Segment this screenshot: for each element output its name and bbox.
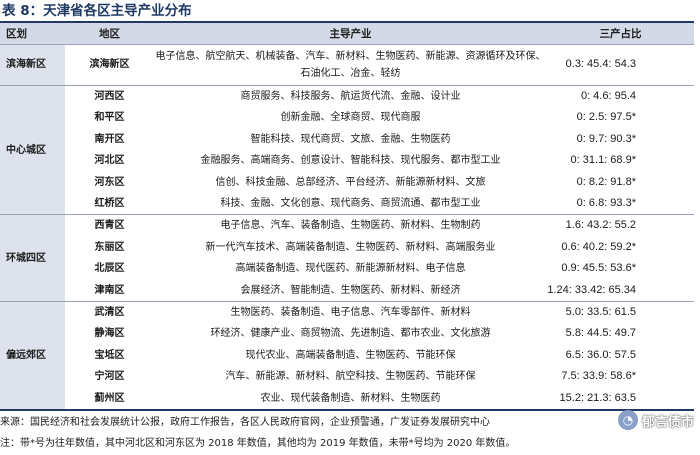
industry-cell: 科技、金融、文化创意、现代商务、商贸流通、都市型工业 <box>220 198 481 210</box>
district-cell: 武清区 <box>65 301 154 324</box>
district-cell: 和平区 <box>94 112 125 124</box>
district-cell: 河东区 <box>94 176 125 188</box>
ratio-cell: 0: 6.8: 93.3* <box>576 197 636 210</box>
source-line: 来源：国民经济和社会发展统计公报，政府工作报告，各区人民政府官网，企业预警通，广… <box>0 417 490 428</box>
table-row: 偏远郊区 武清区 生物医药、装备制造、电子信息、汽车零部件、新材料 5.0: 3… <box>0 301 694 411</box>
region-cell: 滨海新区 <box>0 44 65 86</box>
district-cell: 河西区 <box>65 85 154 108</box>
district-cell: 东丽区 <box>94 241 125 253</box>
industry-cell: 金融服务、高端商务、创意设计、智能科技、现代服务、都市型工业 <box>200 155 501 167</box>
ratio-cell: 0: 8.2: 91.8* <box>576 175 636 188</box>
ratio-cell: 7.5: 33.9: 58.6* <box>561 370 636 383</box>
source-notes: 来源：国民经济和社会发展统计公报，政府工作报告，各区人民政府官网，企业预警通，广… <box>0 412 600 454</box>
industry-cell: 创新金融、全球商贸、现代商服 <box>280 112 421 124</box>
header-ratio: 三产占比 <box>599 28 642 40</box>
table-row: 南开区 智能科技、现代商贸、文旅、金融、生物医药 0: 9.7: 90.3* <box>0 129 694 150</box>
district-cell: 河北区 <box>94 155 125 167</box>
watermark: ◔ 郁言债市 <box>617 410 694 430</box>
table-row: 河北区 金融服务、高端商务、创意设计、智能科技、现代服务、都市型工业 0: 31… <box>0 150 694 171</box>
table-row: 中心城区 河西区 商贸服务、科技服务、航运货代流、金融、设计业 0: 4.6: … <box>0 84 694 215</box>
wechat-logo-icon: ◔ <box>617 410 638 430</box>
district-cell: 滨海新区 <box>65 44 154 86</box>
table-row: 津南区 会展经济、智能制造、生物医药、新材料、新经济 1.24: 33.42: … <box>0 280 694 302</box>
table-header-row: 区划 地区 主导产业 三产占比 <box>0 22 694 45</box>
table-row: 北辰区 高端装备制造、现代医药、新能源新材料、电子信息 0.9: 45.5: 5… <box>0 258 694 279</box>
industry-cell: 农业、现代装备制造、新材料、生物医药 <box>260 392 441 404</box>
ratio-cell: 6.5: 36.0: 57.5 <box>565 348 636 361</box>
ratio-cell: 1.24: 33.42: 65.34 <box>547 283 636 296</box>
note-line: 注：带*号为往年数值，其中河北区和河东区为 2018 年数值，其他均为 2019… <box>0 438 516 449</box>
table-row: 蓟州区 农业、现代装备制造、新材料、生物医药 15.2: 21.3: 63.5 <box>0 388 694 410</box>
district-cell: 宁河区 <box>94 371 125 383</box>
district-cell: 南开区 <box>94 133 125 145</box>
table-row: 静海区 环经济、健康产业、商贸物流、先进制造、都市农业、文化旅游 5.8: 44… <box>0 323 694 344</box>
table-title: 表 8：天津省各区主导产业分布 <box>2 3 192 19</box>
table-row: 宝坻区 现代农业、高端装备制造、生物医药、节能环保 6.5: 36.0: 57.… <box>0 345 694 366</box>
table-row: 和平区 创新金融、全球商贸、现代商服 0: 2.5: 97.5* <box>0 107 694 128</box>
ratio-cell: 0: 9.7: 90.3* <box>576 132 636 145</box>
industry-cell: 智能科技、现代商贸、文旅、金融、生物医药 <box>250 133 451 145</box>
table-row: 宁河区 汽车、新能源、新材料、航空科技、生物医药、节能环保 7.5: 33.9:… <box>0 366 694 387</box>
industry-table: 区划 地区 主导产业 三产占比 滨海新区 滨海新区 电子信息、航空航天、机械装备… <box>0 21 694 412</box>
industry-cell: 电子信息、航空航天、机械装备、汽车、新材料、生物医药、新能源、资源循环及环保、石… <box>154 44 547 86</box>
ratio-cell: 0: 4.6: 95.4 <box>547 85 694 108</box>
industry-cell: 电子信息、汽车、装备制造、生物医药、新材料、生物制药 <box>154 214 547 237</box>
ratio-cell: 0: 2.5: 97.5* <box>576 111 636 124</box>
district-cell: 津南区 <box>94 284 125 296</box>
district-cell: 北辰区 <box>94 263 125 275</box>
region-cell: 环城四区 <box>0 214 65 302</box>
industry-cell: 现代农业、高端装备制造、生物医药、节能环保 <box>245 349 456 361</box>
industry-cell: 生物医药、装备制造、电子信息、汽车零部件、新材料 <box>154 301 547 324</box>
industry-cell: 汽车、新能源、新材料、航空科技、生物医药、节能环保 <box>225 371 476 383</box>
industry-cell: 会展经济、智能制造、生物医药、新材料、新经济 <box>240 284 461 296</box>
industry-cell: 新一代汽车技术、高端装备制造、生物医药、新材料、高端服务业 <box>205 241 496 253</box>
industry-cell: 信创、科技金融、总部经济、平台经济、新能源新材料、文旅 <box>215 176 486 188</box>
table-row: 红桥区 科技、金融、文化创意、现代商务、商贸流通、都市型工业 0: 6.8: 9… <box>0 193 694 215</box>
table-row: 环城四区 西青区 电子信息、汽车、装备制造、生物医药、新材料、生物制药 1.6:… <box>0 214 694 302</box>
industry-cell: 环经济、健康产业、商贸物流、先进制造、都市农业、文化旅游 <box>210 328 491 340</box>
table-row: 滨海新区 滨海新区 电子信息、航空航天、机械装备、汽车、新材料、生物医药、新能源… <box>0 44 694 86</box>
region-cell: 偏远郊区 <box>0 301 65 411</box>
ratio-cell: 1.6: 43.2: 55.2 <box>547 214 694 237</box>
ratio-cell: 0.3: 45.4: 54.3 <box>547 44 694 86</box>
industry-cell: 商贸服务、科技服务、航运货代流、金融、设计业 <box>154 85 547 108</box>
ratio-cell: 5.8: 44.5: 49.7 <box>565 327 636 340</box>
district-cell: 红桥区 <box>94 198 125 210</box>
table-row: 东丽区 新一代汽车技术、高端装备制造、生物医药、新材料、高端服务业 0.6: 4… <box>0 237 694 258</box>
ratio-cell: 0.6: 40.2: 59.2* <box>561 240 636 253</box>
watermark-text: 郁言债市 <box>641 414 694 430</box>
ratio-cell: 0: 31.1: 68.9* <box>570 154 636 167</box>
district-cell: 西青区 <box>65 214 154 237</box>
header-industry: 主导产业 <box>329 28 372 40</box>
ratio-cell: 0.9: 45.5: 53.6* <box>561 262 636 275</box>
header-district: 地区 <box>99 28 120 40</box>
table-row: 河东区 信创、科技金融、总部经济、平台经济、新能源新材料、文旅 0: 8.2: … <box>0 172 694 193</box>
district-cell: 宝坻区 <box>94 349 125 361</box>
ratio-cell: 15.2: 21.3: 63.5 <box>559 391 636 404</box>
region-cell: 中心城区 <box>0 84 65 215</box>
district-cell: 静海区 <box>94 328 125 340</box>
industry-cell: 高端装备制造、现代医药、新能源新材料、电子信息 <box>235 263 466 275</box>
district-cell: 蓟州区 <box>94 392 125 404</box>
header-region: 区划 <box>6 28 27 40</box>
ratio-cell: 5.0: 33.5: 61.5 <box>547 301 694 324</box>
